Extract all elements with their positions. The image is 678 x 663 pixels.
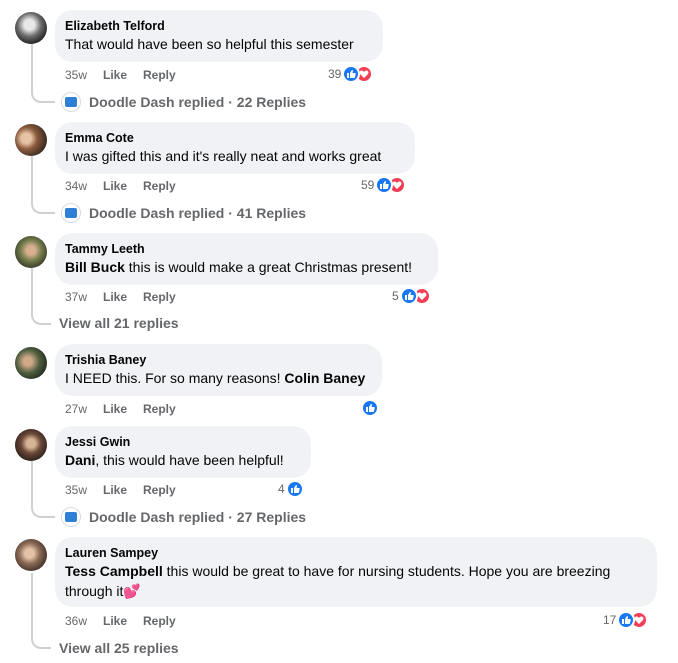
doodle-dash-logo-icon (61, 507, 81, 527)
like-button[interactable]: Like (103, 67, 127, 83)
replies-link[interactable]: Doodle Dash replied · 41 Replies (61, 203, 306, 223)
comment-text: Dani, this would have been helpful! (65, 450, 299, 470)
comment-text: I NEED this. For so many reasons! Colin … (65, 368, 370, 388)
comment-text: Tess Campbell this would be great to hav… (65, 561, 645, 601)
reaction-summary[interactable] (361, 399, 379, 417)
replies-summary: Doodle Dash replied · 22 Replies (89, 94, 307, 110)
hearts-emoji: 💕 (123, 583, 141, 599)
like-reaction-icon (399, 287, 418, 305)
reaction-count: 59 (361, 178, 375, 192)
reaction-summary[interactable]: 17 (603, 611, 649, 629)
comment-text-body: this is would make a great Christmas pre… (124, 259, 413, 275)
comment-text: That would have been so helpful this sem… (65, 36, 354, 52)
reaction-count: 4 (278, 482, 285, 496)
replies-summary: Doodle Dash replied · 27 Replies (89, 509, 307, 525)
view-all-replies-link[interactable]: View all 21 replies (59, 315, 179, 331)
comment-bubble: Trishia Baney I NEED this. For so many r… (55, 344, 382, 396)
comment-actions: 34w Like Reply (65, 178, 192, 194)
doodle-dash-logo-icon (61, 203, 81, 223)
reaction-summary[interactable]: 39 (328, 65, 374, 83)
reply-button[interactable]: Reply (143, 401, 176, 417)
comment-actions: 35w Like Reply (65, 67, 192, 83)
avatar[interactable] (15, 124, 47, 156)
comment-author[interactable]: Emma Cote (65, 130, 403, 146)
comment-timestamp[interactable]: 35w (65, 482, 103, 498)
comment-author[interactable]: Trishia Baney (65, 352, 370, 368)
reply-button[interactable]: Reply (143, 289, 176, 305)
comment-bubble: Tammy Leeth Bill Buck this is would make… (55, 233, 438, 285)
comment-actions: 35w Like Reply (65, 482, 192, 498)
thread-line (31, 573, 51, 649)
comment-actions: 27w Like Reply (65, 401, 192, 417)
comment-bubble: Lauren Sampey Tess Campbell this would b… (55, 537, 657, 607)
comment-text: I was gifted this and it's really neat a… (65, 148, 382, 164)
like-button[interactable]: Like (103, 613, 127, 629)
mention-link[interactable]: Tess Campbell (65, 563, 163, 579)
comment-bubble: Emma Cote I was gifted this and it's rea… (55, 122, 415, 174)
thread-line (31, 44, 55, 103)
comment-author[interactable]: Tammy Leeth (65, 241, 426, 257)
reply-button[interactable]: Reply (143, 67, 176, 83)
comment-timestamp[interactable]: 35w (65, 67, 103, 83)
avatar[interactable] (15, 236, 47, 268)
replies-link[interactable]: Doodle Dash replied · 22 Replies (61, 92, 306, 112)
reply-button[interactable]: Reply (143, 613, 176, 629)
comment-text: Bill Buck this is would make a great Chr… (65, 257, 426, 277)
thread-line (31, 156, 55, 214)
reaction-count: 39 (328, 67, 342, 81)
view-all-replies-link[interactable]: View all 25 replies (59, 640, 179, 656)
mention-link[interactable]: Bill Buck (65, 259, 125, 275)
doodle-dash-logo-icon (61, 92, 81, 112)
thread-line (31, 268, 51, 325)
comment-timestamp[interactable]: 27w (65, 401, 103, 417)
like-reaction-icon (361, 399, 379, 417)
comment-timestamp[interactable]: 34w (65, 178, 103, 194)
thread-line (31, 461, 55, 518)
reaction-count: 17 (603, 613, 617, 627)
replies-summary: Doodle Dash replied · 41 Replies (89, 205, 307, 221)
comment-author[interactable]: Lauren Sampey (65, 545, 645, 561)
replies-link[interactable]: Doodle Dash replied · 27 Replies (61, 507, 306, 527)
comment-bubble: Jessi Gwin Dani, this would have been he… (55, 426, 311, 478)
comment-bubble: Elizabeth Telford That would have been s… (55, 10, 383, 62)
reaction-count: 5 (392, 289, 399, 303)
like-button[interactable]: Like (103, 401, 127, 417)
like-reaction-icon (285, 480, 304, 498)
reaction-summary[interactable]: 4 (278, 480, 304, 498)
reaction-summary[interactable]: 59 (361, 176, 407, 194)
comment-actions: 36w Like Reply (65, 613, 192, 629)
avatar[interactable] (15, 539, 47, 571)
mention-link[interactable]: Dani (65, 452, 95, 468)
comment-text-body: I NEED this. For so many reasons! (65, 370, 285, 386)
comment-timestamp[interactable]: 36w (65, 613, 103, 629)
avatar[interactable] (15, 12, 47, 44)
reply-button[interactable]: Reply (143, 178, 176, 194)
comment-author[interactable]: Elizabeth Telford (65, 18, 371, 34)
mention-link[interactable]: Colin Baney (284, 370, 365, 386)
like-button[interactable]: Like (103, 178, 127, 194)
comment-text-body: , this would have been helpful! (95, 452, 284, 468)
avatar[interactable] (15, 347, 47, 379)
comment-timestamp[interactable]: 37w (65, 289, 103, 305)
like-button[interactable]: Like (103, 289, 127, 305)
avatar[interactable] (15, 429, 47, 461)
reaction-summary[interactable]: 5 (392, 287, 431, 305)
comment-actions: 37w Like Reply (65, 289, 192, 305)
reply-button[interactable]: Reply (143, 482, 176, 498)
comment-author[interactable]: Jessi Gwin (65, 434, 299, 450)
like-button[interactable]: Like (103, 482, 127, 498)
